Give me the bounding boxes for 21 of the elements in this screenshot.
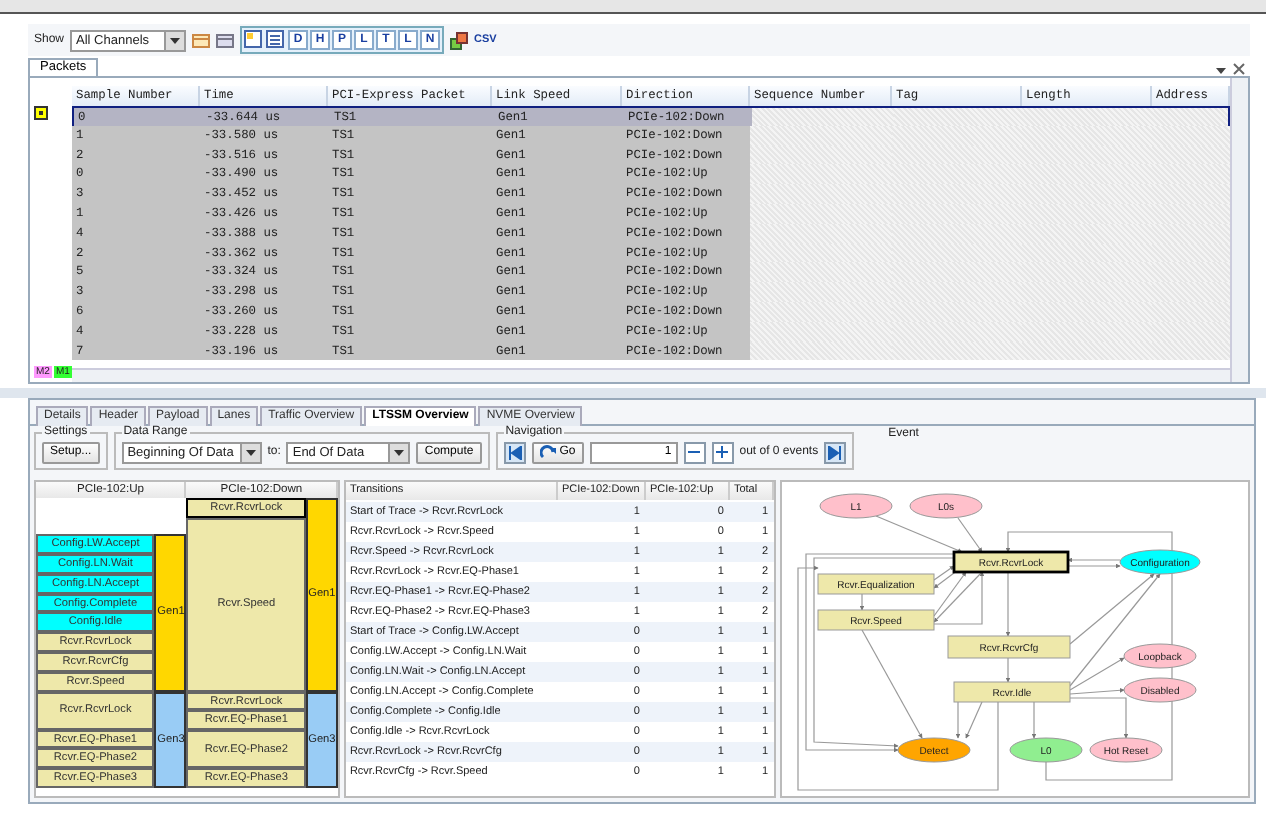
- grid-icon[interactable]: [216, 31, 235, 49]
- vertical-scrollbar[interactable]: [1230, 78, 1248, 382]
- plus-button[interactable]: [711, 441, 734, 463]
- minus-icon: [688, 446, 701, 458]
- minus-button[interactable]: [683, 441, 706, 463]
- skip-last-icon: [828, 445, 843, 459]
- first-event-button[interactable]: [503, 441, 526, 463]
- export-icon[interactable]: [450, 31, 469, 49]
- caret-icon: [245, 449, 256, 455]
- caret-icon: [394, 449, 405, 455]
- last-event-button[interactable]: [824, 441, 847, 463]
- plus-icon: [716, 446, 729, 458]
- marker-flag-icon: [34, 106, 48, 120]
- table-icon[interactable]: [244, 30, 265, 50]
- refresh-icon: [539, 444, 556, 460]
- table-icon[interactable]: [266, 30, 287, 50]
- grid-icon[interactable]: [192, 31, 211, 49]
- close-icon[interactable]: [1232, 62, 1246, 76]
- caret-icon: [170, 37, 181, 43]
- horizontal-scrollbar[interactable]: [72, 368, 1230, 382]
- skip-first-icon: [507, 445, 522, 459]
